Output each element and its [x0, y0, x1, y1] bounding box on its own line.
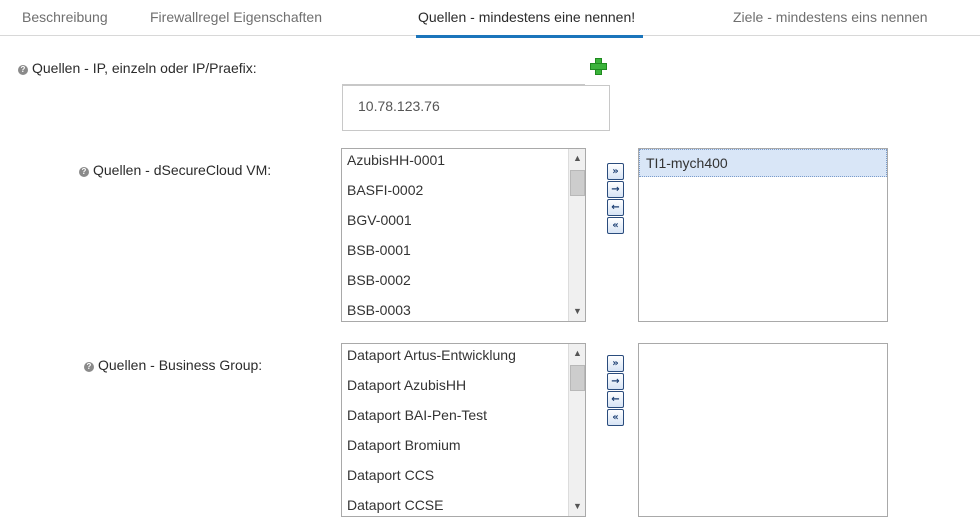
remove-button[interactable]: ← [607, 199, 624, 216]
list-item[interactable]: Dataport CCSE [342, 490, 585, 516]
remove-button[interactable]: ← [607, 391, 624, 408]
list-item[interactable]: AzubisHH-0001 [342, 149, 585, 175]
tab-firewallregel-eigenschaften[interactable]: Firewallregel Eigenschaften [150, 9, 322, 36]
add-button[interactable]: → [607, 373, 624, 390]
tab-ziele[interactable]: Ziele - mindestens eins nennen [733, 9, 928, 36]
vm-selected-list[interactable]: TI1-mych400 [638, 148, 888, 322]
bg-available-list[interactable]: Dataport Artus-Entwicklung Dataport Azub… [341, 343, 586, 517]
remove-all-button[interactable]: « [607, 217, 624, 234]
list-item[interactable]: BASFI-0002 [342, 175, 585, 205]
active-tab-indicator [416, 35, 644, 38]
scroll-thumb[interactable] [570, 365, 585, 391]
add-all-button[interactable]: » [607, 355, 624, 372]
ip-entry[interactable]: 10.78.123.76 [358, 98, 440, 114]
help-icon[interactable]: ? [79, 167, 89, 177]
bg-move-buttons: » → ← « [607, 355, 625, 427]
vertical-scrollbar[interactable]: ▲ ▼ [568, 149, 585, 321]
help-icon[interactable]: ? [18, 65, 28, 75]
list-item[interactable]: Dataport BAI-Pen-Test [342, 400, 585, 430]
add-all-button[interactable]: » [607, 163, 624, 180]
bg-field-label: ? Quellen - Business Group: [84, 357, 262, 373]
vertical-scrollbar[interactable]: ▲ ▼ [568, 344, 585, 516]
ip-label-text: Quellen - IP, einzeln oder IP/Praefix: [32, 60, 257, 76]
tab-beschreibung[interactable]: Beschreibung [22, 9, 108, 36]
tab-bar: Beschreibung Firewallregel Eigenschaften… [0, 0, 980, 38]
vm-move-buttons: » → ← « [607, 163, 625, 235]
tab-quellen[interactable]: Quellen - mindestens eine nennen! [416, 9, 644, 38]
tab-quellen-label: Quellen - mindestens eine nennen! [418, 9, 636, 25]
list-item[interactable]: Dataport AzubisHH [342, 370, 585, 400]
vm-field-label: ? Quellen - dSecureCloud VM: [79, 162, 271, 178]
list-item-selected[interactable]: TI1-mych400 [639, 149, 887, 177]
bg-selected-list[interactable] [638, 343, 888, 517]
list-item[interactable]: BSB-0003 [342, 295, 585, 321]
add-button[interactable]: → [607, 181, 624, 198]
list-item[interactable]: BSB-0001 [342, 235, 585, 265]
scroll-down-icon[interactable]: ▼ [570, 498, 585, 515]
scroll-up-icon[interactable]: ▲ [570, 150, 585, 167]
vm-label-text: Quellen - dSecureCloud VM: [93, 162, 272, 178]
list-item[interactable]: BGV-0001 [342, 205, 585, 235]
scroll-down-icon[interactable]: ▼ [570, 303, 585, 320]
bg-label-text: Quellen - Business Group: [98, 357, 263, 373]
list-item[interactable]: Dataport Artus-Entwicklung [342, 344, 585, 370]
plus-icon[interactable] [589, 57, 607, 75]
help-icon[interactable]: ? [84, 362, 94, 372]
remove-all-button[interactable]: « [607, 409, 624, 426]
ip-field-label: ? Quellen - IP, einzeln oder IP/Praefix: [18, 60, 257, 76]
list-item[interactable]: Dataport Bromium [342, 430, 585, 460]
scroll-up-icon[interactable]: ▲ [570, 345, 585, 362]
scroll-thumb[interactable] [570, 170, 585, 196]
ip-entries-box[interactable]: 10.78.123.76 [342, 85, 610, 131]
list-item[interactable]: BSB-0002 [342, 265, 585, 295]
list-item[interactable]: Dataport CCS [342, 460, 585, 490]
vm-available-list[interactable]: AzubisHH-0001 BASFI-0002 BGV-0001 BSB-00… [341, 148, 586, 322]
